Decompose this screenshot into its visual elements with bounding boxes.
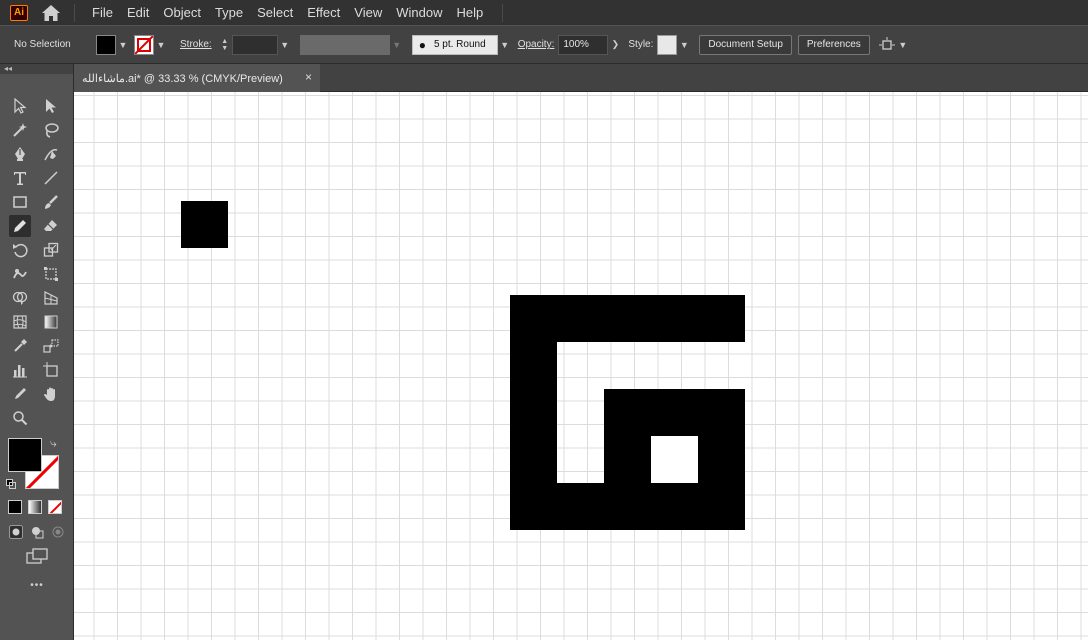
draw-behind-icon[interactable] [30, 525, 44, 539]
selection-status: No Selection [14, 39, 71, 50]
eraser-tool-icon[interactable] [40, 215, 62, 237]
graphic-style-swatch[interactable] [657, 34, 678, 55]
stroke-dropdown-icon[interactable]: ▼ [154, 35, 168, 55]
stroke-weight-field[interactable] [231, 34, 278, 55]
no-stroke-icon [135, 35, 153, 54]
rectangle-tool-icon[interactable] [9, 191, 31, 213]
fill-swatch[interactable] [96, 34, 116, 55]
magic-wand-tool-icon[interactable] [9, 119, 31, 141]
brush-dot-icon: ● [418, 37, 426, 52]
app-logo: Ai [10, 4, 28, 21]
default-fill-stroke-icon[interactable] [6, 478, 16, 489]
tools-collapse[interactable]: ◂◂ [0, 64, 73, 74]
menu-file[interactable]: File [85, 0, 120, 25]
opacity-label[interactable]: Opacity: [518, 39, 555, 50]
control-bar: No Selection ▼ ▼ Stroke: ▲ ▼ ▼ ▼ ● 5 pt. … [0, 26, 1088, 64]
menu-edit[interactable]: Edit [120, 0, 156, 25]
fill-dropdown-icon[interactable]: ▼ [116, 35, 130, 55]
shape-builder-tool-icon[interactable] [9, 287, 31, 309]
shape-bottom-bar [557, 483, 745, 530]
stroke-swatch[interactable] [134, 34, 154, 55]
color-mode-button[interactable] [8, 500, 22, 514]
shape-top-bar [510, 295, 745, 342]
hand-tool-icon[interactable] [40, 383, 62, 405]
arrange-dropdown-icon[interactable]: ▼ [896, 35, 910, 55]
perspective-grid-tool-icon[interactable] [40, 287, 62, 309]
zoom-tool-icon[interactable] [9, 407, 31, 429]
style-label: Style: [628, 39, 654, 50]
draw-modes [6, 522, 68, 542]
curvature-tool-icon[interactable] [40, 143, 62, 165]
edit-toolbar-icon[interactable]: ••• [0, 580, 74, 591]
line-segment-tool-icon[interactable] [40, 167, 62, 189]
opacity-dropdown-icon[interactable]: ❯ [608, 35, 622, 55]
menu-help[interactable]: Help [449, 0, 490, 25]
scale-tool-icon[interactable] [40, 239, 62, 261]
paintbrush-tool-icon[interactable] [40, 191, 62, 213]
pen-tool-icon[interactable] [9, 143, 31, 165]
document-setup-button[interactable]: Document Setup [699, 34, 792, 55]
document-tab-title: ماشاءالله.ai* @ 33.33 % (CMYK/Preview) [82, 72, 283, 85]
direct-selection-tool-icon[interactable] [40, 95, 62, 117]
preferences-button[interactable]: Preferences [797, 34, 870, 55]
fill-color-box[interactable] [8, 438, 42, 472]
style-dropdown-icon[interactable]: ▼ [677, 35, 691, 55]
shape-inner-hole [651, 436, 698, 483]
screen-mode-icon[interactable] [25, 548, 49, 566]
mesh-tool-icon[interactable] [9, 311, 31, 333]
warp-tool-icon[interactable] [9, 263, 31, 285]
brush-definition[interactable]: ● 5 pt. Round [411, 34, 498, 55]
column-graph-tool-icon[interactable] [9, 359, 31, 381]
document-tab-bar: ماشاءالله.ai* @ 33.33 % (CMYK/Preview) × [74, 64, 1088, 92]
none-mode-button[interactable] [48, 500, 62, 514]
slice-tool-icon[interactable] [9, 383, 31, 405]
draw-inside-icon[interactable] [51, 525, 65, 539]
gradient-tool-icon[interactable] [40, 311, 62, 333]
lasso-tool-icon[interactable] [40, 119, 62, 141]
menu-select[interactable]: Select [250, 0, 300, 25]
menu-object[interactable]: Object [156, 0, 208, 25]
artboard-tool-icon[interactable] [40, 359, 62, 381]
artboard-canvas[interactable] [74, 92, 1088, 640]
selection-tool-icon[interactable] [9, 95, 31, 117]
menu-type[interactable]: Type [208, 0, 250, 25]
stroke-weight-dropdown-icon[interactable]: ▼ [278, 35, 292, 55]
menu-view[interactable]: View [347, 0, 389, 25]
home-icon[interactable] [40, 4, 62, 22]
small-black-square[interactable] [181, 201, 228, 248]
rotate-tool-icon[interactable] [9, 239, 31, 261]
menu-separator-end [502, 3, 504, 22]
gradient-mode-button[interactable] [28, 500, 42, 514]
menu-bar: Ai File Edit Object Type Select Effect V… [0, 0, 1088, 25]
menu-window[interactable]: Window [389, 0, 449, 25]
draw-normal-icon[interactable] [9, 525, 24, 539]
menu-separator [74, 3, 75, 22]
variable-width-profile[interactable] [299, 34, 390, 55]
stroke-weight-stepper[interactable]: ▲ ▼ [218, 35, 232, 55]
pencil-tool-icon[interactable] [9, 215, 31, 237]
swap-fill-stroke-icon[interactable]: ⤷ [50, 436, 57, 451]
type-tool-icon[interactable] [9, 167, 31, 189]
arrange-documents-icon[interactable] [878, 36, 896, 54]
document-tab[interactable]: ماشاءالله.ai* @ 33.33 % (CMYK/Preview) × [74, 64, 320, 92]
opacity-field[interactable]: 100% [558, 34, 609, 55]
close-icon[interactable]: × [305, 70, 312, 84]
free-transform-tool-icon[interactable] [40, 263, 62, 285]
eyedropper-tool-icon[interactable] [9, 335, 31, 357]
profile-dropdown-icon[interactable]: ▼ [390, 35, 404, 55]
shape-left-bar [510, 342, 557, 530]
brush-dropdown-icon[interactable]: ▼ [498, 35, 512, 55]
kufic-calligraphy-shape[interactable] [510, 295, 745, 530]
brush-value: 5 pt. Round [433, 39, 486, 50]
tools-panel: ◂◂ ⤷ ••• [0, 64, 74, 640]
blend-tool-icon[interactable] [40, 335, 62, 357]
stroke-label[interactable]: Stroke: [180, 39, 212, 50]
menu-effect[interactable]: Effect [300, 0, 347, 25]
